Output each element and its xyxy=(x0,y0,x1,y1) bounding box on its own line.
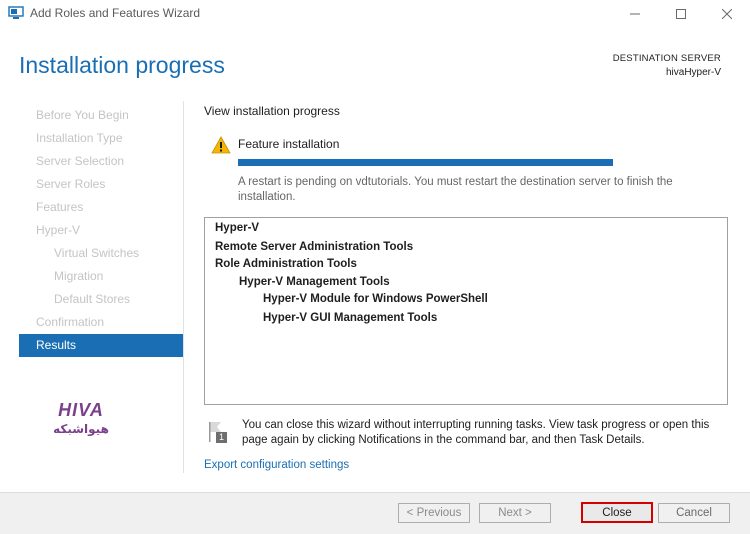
destination-server-label: DESTINATION SERVER xyxy=(612,53,721,64)
server-manager-icon xyxy=(8,6,24,20)
warning-icon xyxy=(211,136,231,154)
previous-button[interactable]: < Previous xyxy=(398,503,470,523)
installation-progress-bar xyxy=(238,159,613,166)
sidebar-item-server-selection: Server Selection xyxy=(36,154,125,168)
window-title: Add Roles and Features Wizard xyxy=(30,6,201,20)
maximize-button[interactable] xyxy=(658,0,704,28)
result-item: Hyper-V Module for Windows PowerShell xyxy=(263,293,488,305)
sidebar-item-before-you-begin: Before You Begin xyxy=(36,108,129,122)
sidebar-item-server-roles: Server Roles xyxy=(36,177,106,191)
result-item: Hyper-V Management Tools xyxy=(239,276,390,288)
destination-server-name: hivaHyper-V xyxy=(665,67,721,78)
svg-text:هیواشبکه: هیواشبکه xyxy=(53,422,109,437)
minimize-icon xyxy=(630,13,640,15)
sidebar-item-installation-type: Installation Type xyxy=(36,131,123,145)
installation-results-list[interactable]: Hyper-V Remote Server Administration Tool… xyxy=(204,217,728,405)
result-item: Hyper-V GUI Management Tools xyxy=(263,312,438,324)
restart-pending-message: A restart is pending on vdtutorials. You… xyxy=(238,176,673,203)
sidebar-divider xyxy=(183,101,184,473)
hiva-logo: HIVA هیواشبکه xyxy=(52,398,110,438)
svg-text:HIVA: HIVA xyxy=(58,400,104,420)
cancel-button[interactable]: Cancel xyxy=(658,503,730,523)
next-button[interactable]: Next > xyxy=(479,503,551,523)
window-close-button[interactable] xyxy=(704,0,750,28)
maximize-icon xyxy=(676,9,686,19)
result-item: Hyper-V xyxy=(215,222,260,234)
sidebar-item-virtual-switches: Virtual Switches xyxy=(54,246,140,260)
close-button[interactable]: Close xyxy=(581,502,653,523)
sidebar-item-features: Features xyxy=(36,200,84,214)
feature-installation-title: Feature installation xyxy=(238,137,340,151)
wizard-steps-nav: Before You Begin Installation Type Server … xyxy=(19,104,183,357)
export-configuration-link[interactable]: Export configuration settings xyxy=(204,459,349,471)
sidebar-item-default-stores: Default Stores xyxy=(54,292,131,306)
info-message: You can close this wizard without interr… xyxy=(242,419,710,446)
sidebar-item-hyper-v: Hyper-V xyxy=(36,223,81,237)
sidebar-item-migration: Migration xyxy=(54,269,104,283)
sidebar-item-results[interactable]: Results xyxy=(19,334,183,357)
sidebar-item-confirmation: Confirmation xyxy=(36,315,105,329)
section-label: View installation progress xyxy=(204,104,340,118)
notification-badge: 1 xyxy=(218,432,224,442)
minimize-button[interactable] xyxy=(612,0,658,28)
page-title: Installation progress xyxy=(19,52,225,78)
result-item: Role Administration Tools xyxy=(215,258,357,270)
progress-bar-fill xyxy=(238,159,613,166)
close-icon xyxy=(722,9,732,19)
result-item: Remote Server Administration Tools xyxy=(215,241,414,253)
